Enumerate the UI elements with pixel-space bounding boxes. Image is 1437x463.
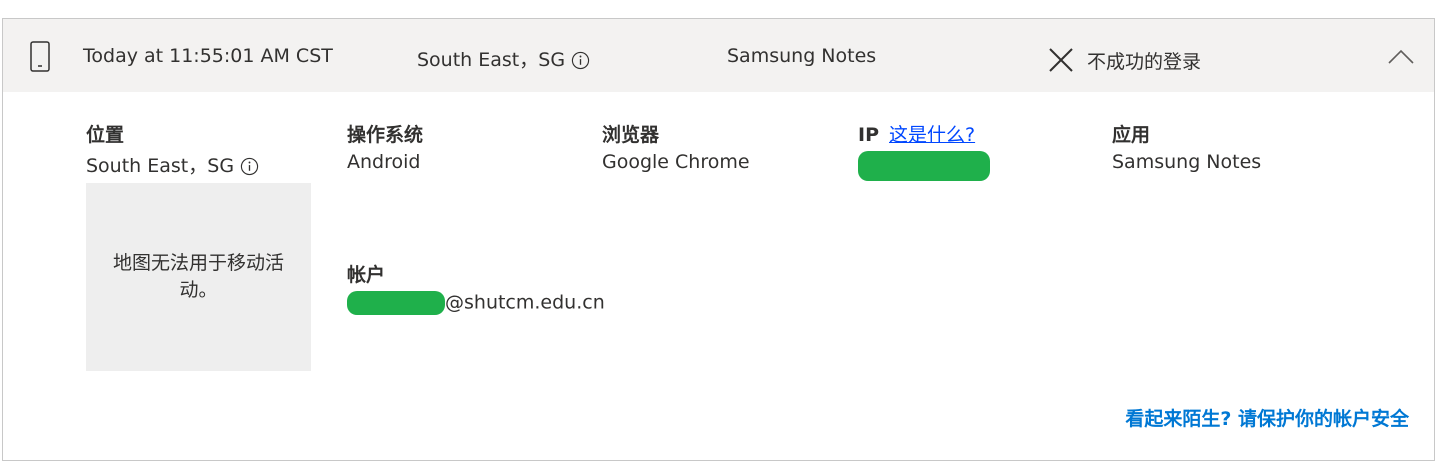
account-domain: @shutcm.edu.cn xyxy=(445,291,605,314)
account-value: @shutcm.edu.cn xyxy=(347,291,605,315)
phone-icon xyxy=(30,41,50,72)
header-location-text: South East，SG xyxy=(417,49,566,71)
detail-browser: 浏览器 Google Chrome xyxy=(602,120,750,173)
map-unavailable-message: 地图无法用于移动活动。 xyxy=(112,252,284,301)
secure-account-link[interactable]: 看起来陌生? 请保护你的帐户安全 xyxy=(1125,404,1409,431)
sign-in-status: 不成功的登录 xyxy=(1087,51,1202,73)
header-app-name: Samsung Notes xyxy=(727,45,877,67)
app-value: Samsung Notes xyxy=(1112,151,1262,173)
ip-value xyxy=(858,151,990,181)
account-label: 帐户 xyxy=(347,264,386,286)
account-redaction xyxy=(347,291,445,315)
chevron-up-icon[interactable] xyxy=(1387,49,1415,65)
ip-label: IP xyxy=(858,124,879,146)
detail-os: 操作系统 Android xyxy=(347,120,423,173)
ip-label-row: IP 这是什么? xyxy=(858,120,990,147)
ip-help-link[interactable]: 这是什么? xyxy=(889,124,975,146)
detail-account: 帐户 @shutcm.edu.cn xyxy=(347,260,605,315)
app-label: 应用 xyxy=(1112,124,1151,146)
activity-timestamp: Today at 11:55:01 AM CST xyxy=(83,45,333,67)
detail-ip: IP 这是什么? xyxy=(858,120,990,181)
detail-app: 应用 Samsung Notes xyxy=(1112,120,1261,173)
info-icon[interactable] xyxy=(240,157,259,176)
sign-in-activity-card: Today at 11:55:01 AM CST South East，SG S… xyxy=(2,18,1435,461)
detail-location: 位置 South East，SG xyxy=(86,120,259,178)
x-icon xyxy=(1049,48,1073,72)
ip-redaction xyxy=(858,151,990,181)
info-icon[interactable] xyxy=(571,51,590,70)
os-label: 操作系统 xyxy=(347,124,424,146)
browser-value: Google Chrome xyxy=(602,151,750,173)
browser-label: 浏览器 xyxy=(602,124,660,146)
os-value: Android xyxy=(347,151,421,173)
location-value: South East，SG xyxy=(86,151,259,178)
activity-header[interactable]: Today at 11:55:01 AM CST South East，SG S… xyxy=(3,19,1434,92)
header-location: South East，SG xyxy=(417,45,590,72)
map-placeholder: 地图无法用于移动活动。 xyxy=(86,183,311,371)
location-value-text: South East，SG xyxy=(86,155,235,177)
location-label: 位置 xyxy=(86,124,125,146)
